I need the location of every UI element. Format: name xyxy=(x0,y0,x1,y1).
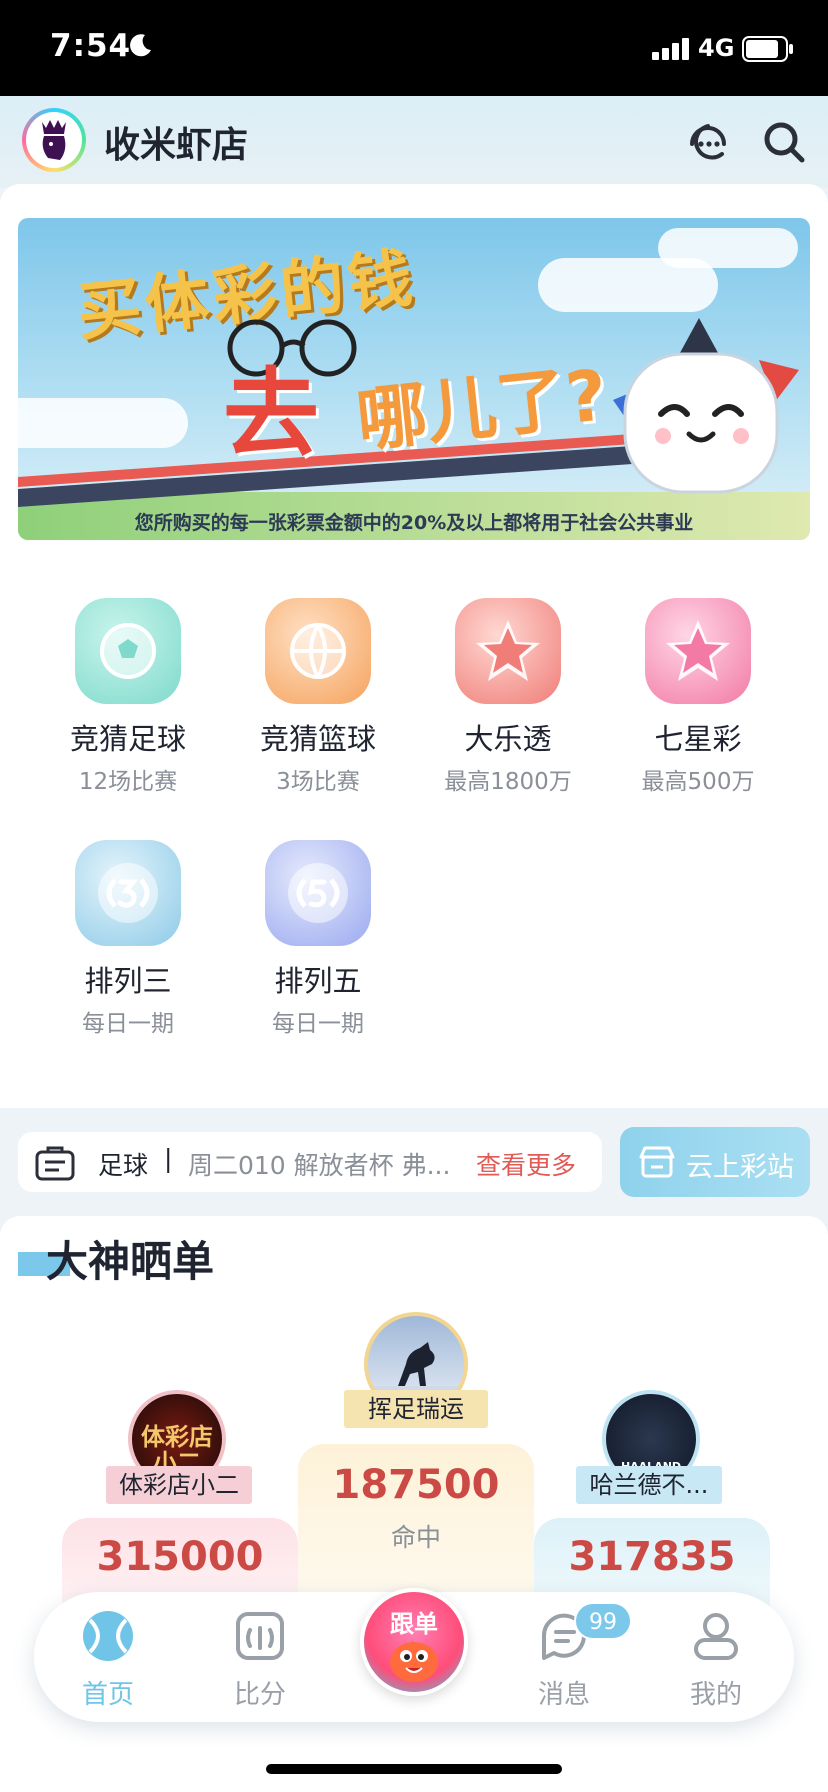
category-subtitle: 3场比赛 xyxy=(276,769,360,795)
tab-label: 首页 xyxy=(81,1680,134,1710)
tab-profile[interactable]: 我的 xyxy=(666,1608,766,1711)
lion-crest-icon xyxy=(42,120,66,160)
category-subtitle: 每日一期 xyxy=(82,1011,174,1037)
football-icon xyxy=(75,598,181,704)
profile-icon xyxy=(694,1613,738,1660)
network-type: 4G xyxy=(698,34,735,62)
category-jingcai-football[interactable]: 竞猜足球 12场比赛 xyxy=(33,598,223,796)
category-pailie-five[interactable]: 排列五 每日一期 xyxy=(223,840,413,1038)
tab-label: 消息 xyxy=(537,1680,590,1710)
shop-logo[interactable] xyxy=(22,108,86,172)
home-ball-icon xyxy=(83,1611,133,1661)
cloud-shape xyxy=(18,398,188,448)
bottom-tab-bar: 首页 比分 跟单 消息 99 我的 xyxy=(34,1588,794,1722)
category-subtitle: 最高500万 xyxy=(641,769,755,795)
view-more-link[interactable]: 查看更多 xyxy=(476,1146,576,1182)
category-jingcai-basketball[interactable]: 竞猜篮球 3场比赛 xyxy=(223,598,413,796)
rank1-name: 挥足瑞运 xyxy=(344,1390,488,1428)
moon-icon xyxy=(130,34,151,57)
podium-value: 315000 xyxy=(96,1534,264,1580)
rank3-name: 哈兰德不... xyxy=(576,1466,722,1504)
shop-name: 收米虾店 xyxy=(104,125,249,166)
category-title: 竞猜篮球 xyxy=(259,722,376,756)
tab-label: 我的 xyxy=(689,1680,742,1710)
category-subtitle: 最高1800万 xyxy=(444,769,572,795)
category-title: 排列五 xyxy=(274,964,362,998)
status-bar: 7:54 4G xyxy=(0,0,828,96)
store-icon xyxy=(639,1146,675,1178)
news-ticker[interactable]: 足球 | 周二010 解放者杯 弗... 查看更多 xyxy=(18,1132,602,1192)
customer-service-icon[interactable] xyxy=(684,118,732,166)
cloud-station-button[interactable]: 云上彩站 xyxy=(620,1127,810,1197)
app-header: 收米虾店 xyxy=(0,96,828,188)
home-indicator xyxy=(266,1764,562,1774)
message-badge: 99 xyxy=(574,1602,632,1640)
promo-banner[interactable]: 买体彩的钱 去 哪儿了? 您所购买的每一张彩票金额中的20%及以上都将用于社会公… xyxy=(18,218,810,540)
mascot-icon xyxy=(613,318,799,494)
category-title: 七星彩 xyxy=(654,722,742,756)
ticker-text: 周二010 解放者杯 弗... xyxy=(188,1151,451,1180)
category-subtitle: 12场比赛 xyxy=(78,769,178,795)
cloud-station-label: 云上彩站 xyxy=(686,1152,794,1183)
rank2-name: 体彩店小二 xyxy=(106,1466,252,1504)
star-qi-icon xyxy=(645,598,751,704)
category-qixingcai[interactable]: 七星彩 最高500万 xyxy=(603,598,793,796)
signal-icon xyxy=(652,38,689,60)
podium-first[interactable]: 187500 命中 xyxy=(298,1444,534,1608)
category-subtitle: 每日一期 xyxy=(272,1011,364,1037)
search-icon[interactable] xyxy=(760,118,808,166)
tab-home[interactable]: 首页 xyxy=(58,1608,158,1711)
category-pailie-three[interactable]: 排列三 每日一期 xyxy=(33,840,223,1038)
podium-value: 187500 xyxy=(332,1462,500,1508)
banner-headline-qu: 去 xyxy=(223,358,319,470)
ticker-separator: | xyxy=(164,1144,173,1173)
podium-value: 317835 xyxy=(568,1534,736,1580)
category-daletou[interactable]: 大乐透 最高1800万 xyxy=(413,598,603,796)
category-title: 竞猜足球 xyxy=(69,722,186,756)
score-icon xyxy=(236,1612,284,1660)
ticker-category: 足球 xyxy=(98,1151,149,1180)
cloud-shape xyxy=(658,228,798,268)
tab-follow[interactable]: 跟单 xyxy=(360,1588,468,1696)
battery-icon xyxy=(742,36,793,62)
tab-label: 比分 xyxy=(233,1680,286,1710)
tab-score[interactable]: 比分 xyxy=(210,1608,310,1711)
category-title: 大乐透 xyxy=(464,722,552,756)
category-title: 排列三 xyxy=(84,964,172,998)
status-time: 7:54 xyxy=(50,28,132,64)
arrange-three-icon xyxy=(75,840,181,946)
leaderboard-title: 大神晒单 xyxy=(46,1237,215,1286)
follow-mascot-icon xyxy=(390,1642,438,1682)
podium-label: 命中 xyxy=(390,1523,441,1552)
notice-board-icon xyxy=(35,1146,75,1181)
star-le-icon xyxy=(455,598,561,704)
arrange-five-icon xyxy=(265,840,371,946)
basketball-icon xyxy=(265,598,371,704)
banner-caption: 您所购买的每一张彩票金额中的20%及以上都将用于社会公共事业 xyxy=(134,512,694,534)
